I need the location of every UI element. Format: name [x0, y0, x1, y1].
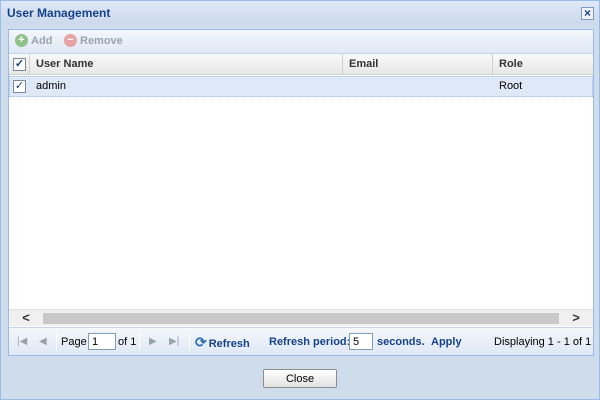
users-panel: + Add − Remove ✓ User Name Email Role ✓ … — [8, 29, 594, 356]
title-bar[interactable]: User Management × — [1, 1, 599, 25]
add-label: Add — [31, 34, 53, 47]
last-page-icon[interactable]: ▶| — [169, 336, 179, 347]
scroll-right-icon[interactable]: > — [561, 310, 591, 327]
row-checkbox[interactable]: ✓ — [13, 80, 26, 93]
refresh-label: Refresh — [208, 338, 250, 350]
refresh-period-input[interactable] — [349, 333, 373, 350]
toolbar: + Add − Remove — [9, 30, 593, 54]
scroll-thumb[interactable] — [43, 313, 559, 324]
column-header-user-name[interactable]: User Name — [30, 54, 343, 75]
first-page-icon[interactable]: |◀ — [17, 336, 27, 347]
cell-email — [343, 77, 493, 97]
cell-role: Root — [499, 80, 523, 92]
column-header-role[interactable]: Role — [493, 54, 593, 75]
displaying-status: Displaying 1 - 1 of 1 — [494, 336, 592, 348]
separator — [139, 333, 140, 351]
window-title: User Management — [7, 6, 111, 20]
remove-button[interactable]: − Remove — [64, 34, 123, 47]
page-label: Page — [61, 336, 87, 348]
next-page-icon[interactable]: ▶ — [149, 336, 157, 347]
remove-label: Remove — [80, 34, 123, 47]
select-all-checkbox[interactable]: ✓ — [13, 58, 26, 71]
user-management-window: User Management × + Add − Remove ✓ User … — [0, 0, 600, 400]
plus-circle-icon: + — [15, 34, 28, 47]
seconds-label: seconds. — [377, 336, 425, 348]
paging-toolbar: |◀ ◀ Page of 1 ▶ ▶| ⟳Refresh Refresh per… — [9, 327, 593, 355]
table-row[interactable]: ✓ admin Root — [9, 76, 593, 97]
separator — [56, 333, 57, 351]
close-button[interactable]: Close — [263, 369, 337, 388]
apply-button[interactable]: Apply — [431, 336, 462, 348]
cell-user-name: admin — [36, 80, 66, 92]
close-window-icon[interactable]: × — [581, 7, 594, 20]
minus-circle-icon: − — [64, 34, 77, 47]
grid-header: ✓ User Name Email Role — [9, 54, 593, 75]
scroll-left-icon[interactable]: < — [11, 310, 41, 327]
refresh-button[interactable]: ⟳ Refresh — [195, 334, 250, 351]
page-number-input[interactable] — [88, 333, 116, 350]
column-header-email[interactable]: Email — [343, 54, 493, 75]
add-button[interactable]: + Add — [15, 34, 52, 47]
select-all-cell: ✓ — [9, 54, 30, 75]
refresh-period-label: Refresh period: — [269, 336, 351, 348]
page-count-label: of 1 — [118, 336, 137, 348]
previous-page-icon[interactable]: ◀ — [39, 336, 47, 347]
separator — [189, 333, 190, 351]
refresh-icon: ⟳ — [195, 334, 207, 350]
horizontal-scrollbar[interactable]: < > — [9, 309, 593, 326]
